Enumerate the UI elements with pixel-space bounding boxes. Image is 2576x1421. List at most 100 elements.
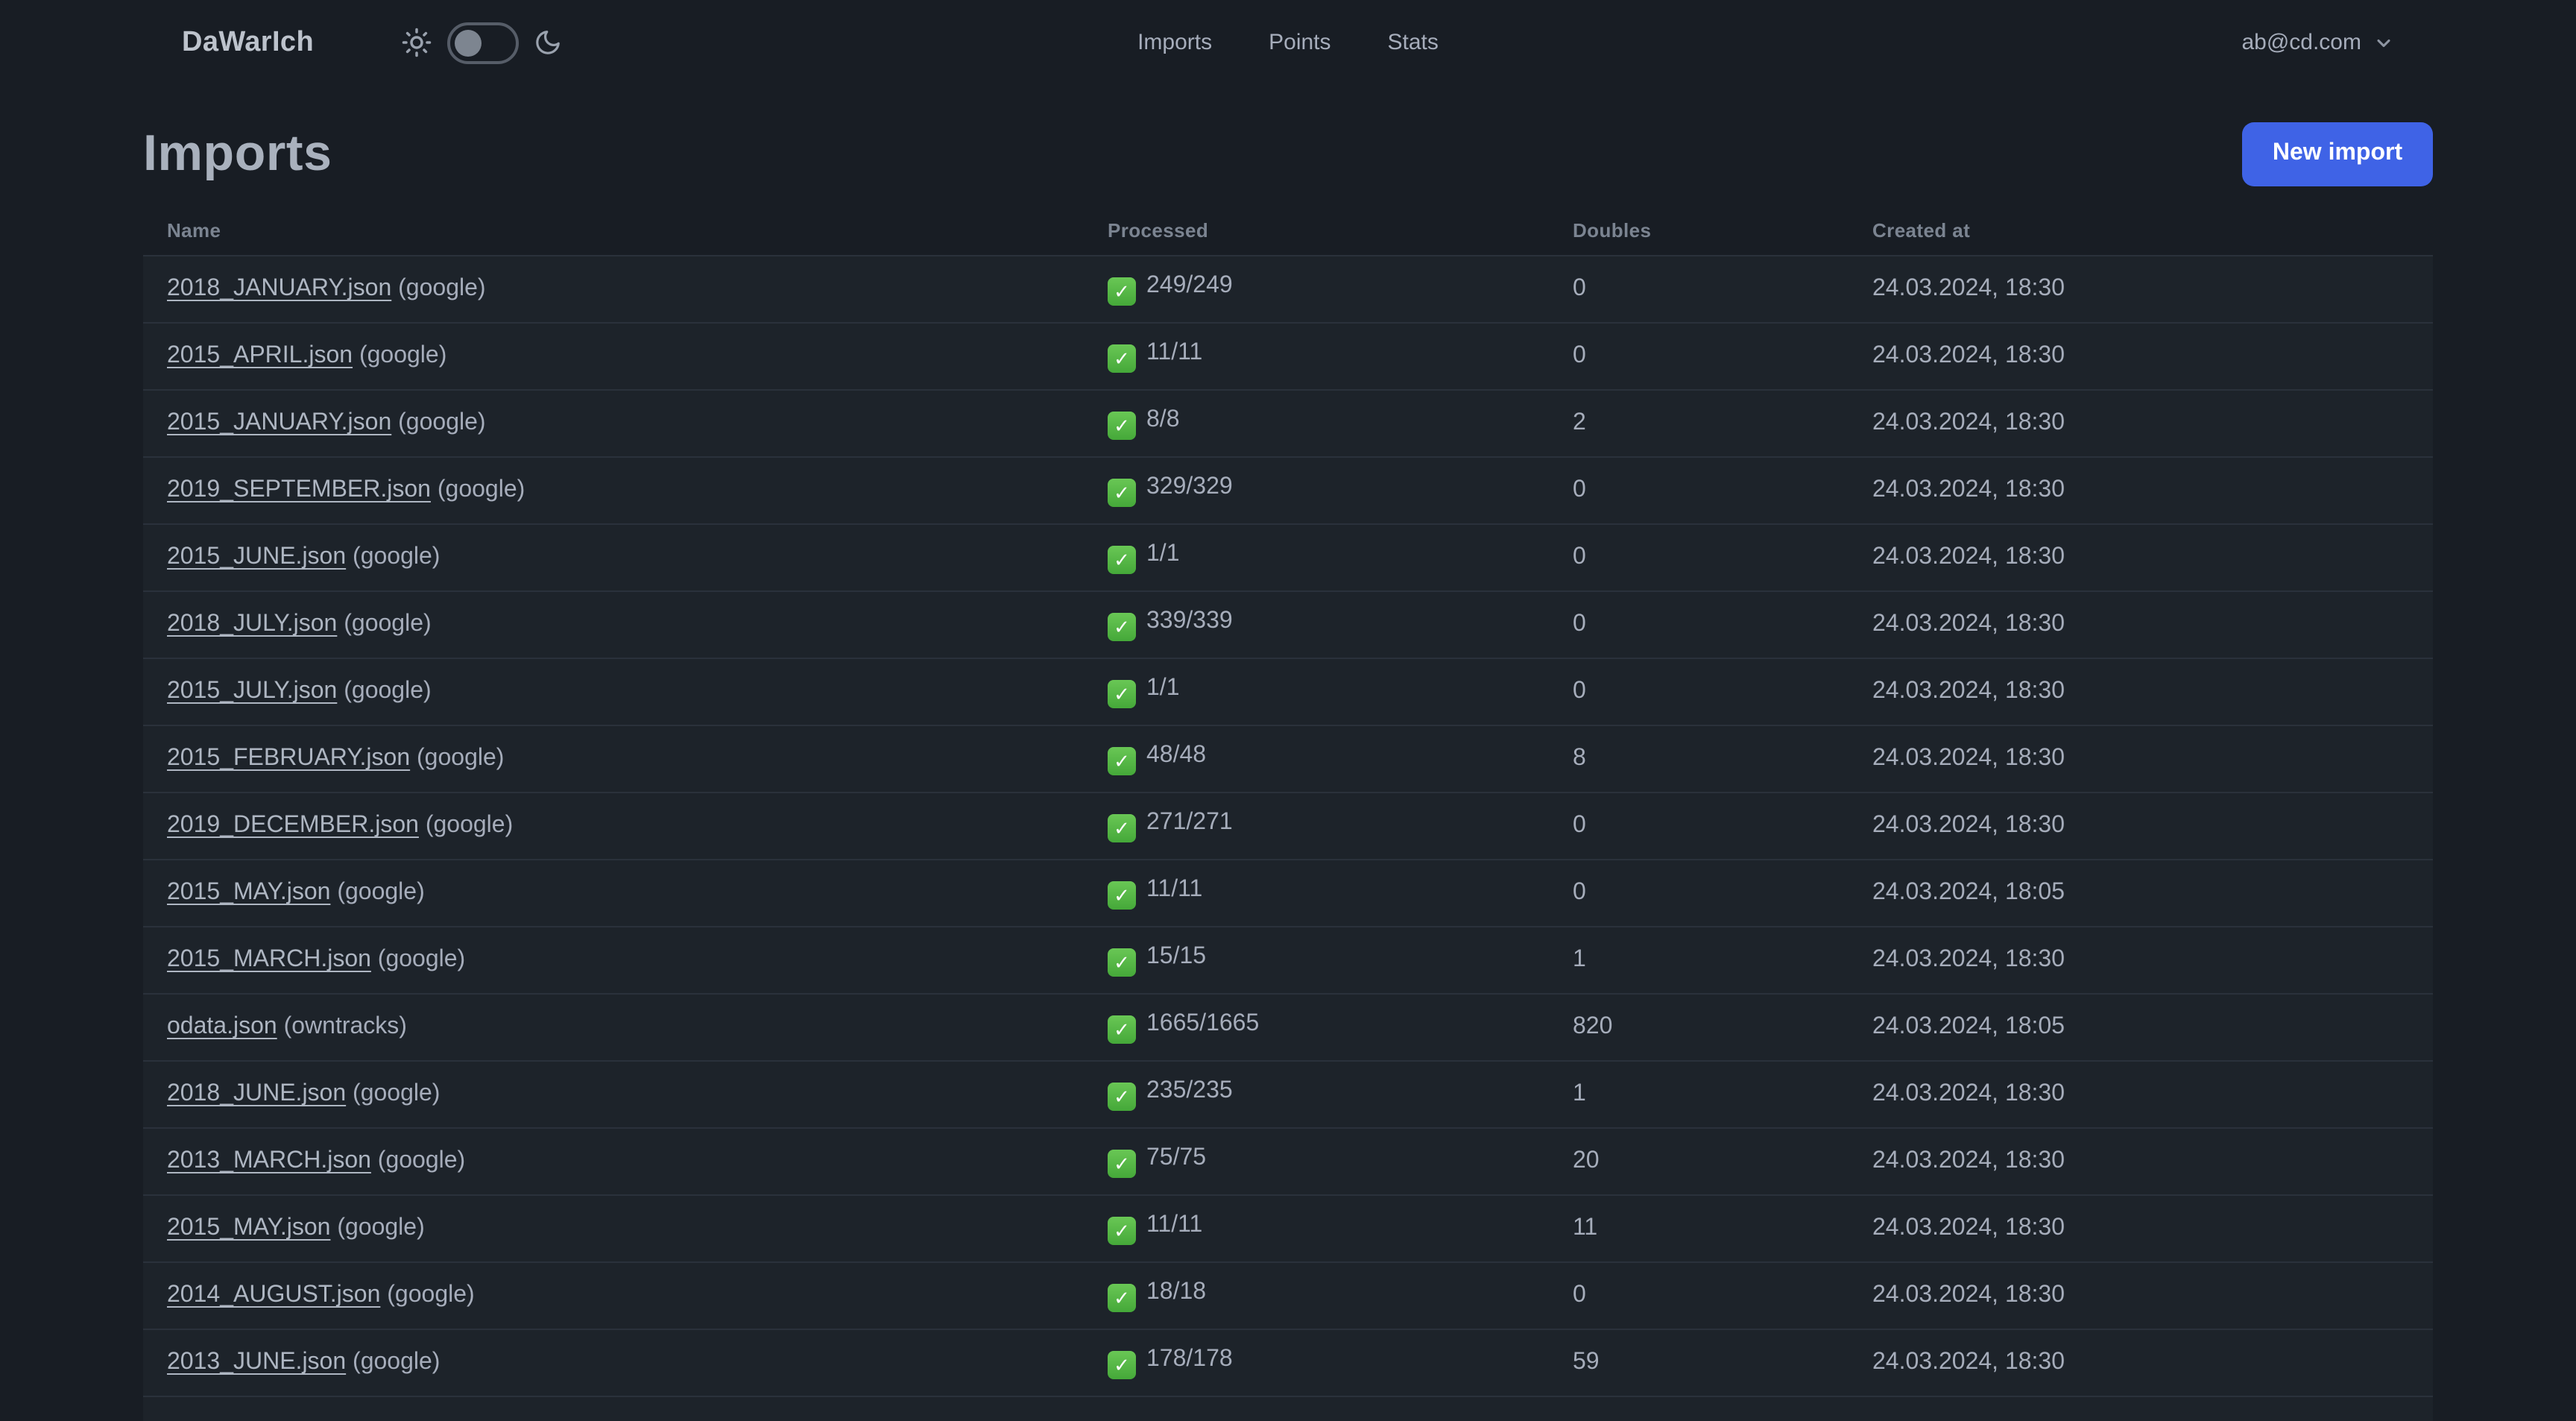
import-source-label: (google) bbox=[430, 477, 525, 502]
processed-cell: ✓ 235/235 bbox=[1108, 1078, 1573, 1112]
processed-value: 11/11 bbox=[1146, 339, 1203, 365]
doubles-cell: 0 bbox=[1573, 343, 1586, 368]
name-cell: 2015_FEBRUARY.json (google) bbox=[143, 746, 1108, 772]
table-row: odata.json (owntracks) ✓ 1665/1665 820 24.03… bbox=[143, 993, 2433, 1060]
import-source-label: (google) bbox=[337, 611, 432, 637]
doubles-cell: 0 bbox=[1573, 477, 1586, 502]
nav-link-stats[interactable]: Stats bbox=[1388, 30, 1439, 55]
import-file-link[interactable]: 2018_JULY.json bbox=[167, 611, 337, 637]
check-mark-icon: ✓ bbox=[1108, 747, 1136, 776]
check-mark-icon: ✓ bbox=[1108, 881, 1136, 910]
theme-toggle-knob bbox=[454, 29, 482, 56]
processed-value: 178/178 bbox=[1146, 1346, 1233, 1372]
import-file-link[interactable]: 2015_FEBRUARY.json bbox=[167, 746, 410, 771]
main-content: Imports New import Name Processed Double… bbox=[0, 85, 2576, 1421]
sun-icon bbox=[400, 27, 432, 58]
nav-links: Imports Points Stats bbox=[1137, 0, 1439, 85]
name-cell: 2018_JULY.json (google) bbox=[143, 611, 1108, 638]
import-source-label: (google) bbox=[370, 1148, 466, 1173]
new-import-button[interactable]: New import bbox=[2242, 122, 2433, 186]
import-source-label: (google) bbox=[353, 343, 447, 368]
check-mark-icon: ✓ bbox=[1108, 1150, 1136, 1179]
table-row: 2015_JUNE.json (google) ✓ 1/1 0 24.03.2024, … bbox=[143, 523, 2433, 590]
nav-link-points[interactable]: Points bbox=[1269, 30, 1330, 55]
processed-cell: ✓ 329/329 bbox=[1108, 474, 1573, 508]
check-mark-icon: ✓ bbox=[1108, 412, 1136, 441]
name-cell: 2018_JANUARY.json (google) bbox=[143, 276, 1108, 303]
import-file-link[interactable]: 2015_MAY.json bbox=[167, 880, 330, 905]
processed-value: 339/339 bbox=[1146, 608, 1233, 634]
table-row: 2014_AUGUST.json (google) ✓ 18/18 0 24.03.20… bbox=[143, 1261, 2433, 1329]
import-file-link[interactable]: 2018_JUNE.json bbox=[167, 1081, 346, 1106]
created-at-cell: 24.03.2024, 18:30 bbox=[1872, 1081, 2065, 1106]
created-at-cell: 24.03.2024, 18:05 bbox=[1872, 1014, 2065, 1039]
import-file-link[interactable]: 2018_JANUARY.json bbox=[167, 276, 391, 301]
chevron-down-icon bbox=[2373, 32, 2394, 53]
table-row: 2015_JULY.json (google) ✓ 1/1 0 24.03.2024, … bbox=[143, 658, 2433, 725]
processed-cell: ✓ 1/1 bbox=[1108, 541, 1573, 575]
name-cell: 2018_JUNE.json (google) bbox=[143, 1081, 1108, 1108]
check-mark-icon: ✓ bbox=[1108, 948, 1136, 977]
import-file-link[interactable]: 2013_JUNE.json bbox=[167, 1349, 346, 1375]
created-at-cell: 24.03.2024, 18:30 bbox=[1872, 276, 2065, 301]
processed-value: 15/15 bbox=[1146, 943, 1207, 969]
table-row: 2018_JANUARY.json (google) ✓ 249/249 0 24.03… bbox=[143, 255, 2433, 322]
column-header-name: Name bbox=[167, 218, 221, 241]
name-cell: 2015_JANUARY.json (google) bbox=[143, 410, 1108, 437]
doubles-cell: 0 bbox=[1573, 544, 1586, 570]
user-menu[interactable]: ab@cd.com bbox=[2241, 30, 2394, 55]
doubles-cell: 1 bbox=[1573, 947, 1586, 972]
name-cell: 2013_JUNE.json (google) bbox=[143, 1349, 1108, 1376]
processed-cell: ✓ 11/11 bbox=[1108, 1212, 1573, 1246]
import-file-link[interactable]: 2019_DECEMBER.json bbox=[167, 813, 419, 838]
processed-cell: ✓ 15/15 bbox=[1108, 944, 1573, 977]
doubles-cell: 0 bbox=[1573, 611, 1586, 637]
theme-toggle[interactable] bbox=[446, 22, 519, 63]
created-at-cell: 24.03.2024, 18:30 bbox=[1872, 1282, 2065, 1308]
import-source-label: (google) bbox=[330, 1215, 425, 1241]
name-cell: 2015_MAY.json (google) bbox=[143, 880, 1108, 907]
brand-logo[interactable]: DaWarIch bbox=[182, 26, 314, 59]
doubles-cell: 0 bbox=[1573, 678, 1586, 704]
processed-value: 48/48 bbox=[1146, 742, 1207, 768]
import-source-label: (google) bbox=[330, 880, 425, 905]
name-cell: 2019_SEPTEMBER.json (google) bbox=[143, 477, 1108, 504]
app-window: DaWarIch Imports Points Stats ab@cd.com … bbox=[0, 0, 2576, 1421]
name-cell: odata.json (owntracks) bbox=[143, 1014, 1108, 1041]
import-file-link[interactable]: 2014_AUGUST.json bbox=[167, 1282, 380, 1308]
processed-value: 11/11 bbox=[1146, 1212, 1203, 1238]
name-cell: 2015_JULY.json (google) bbox=[143, 678, 1108, 705]
processed-cell: ✓ 1/1 bbox=[1108, 675, 1573, 709]
name-cell: 2013_MARCH.json (google) bbox=[143, 1148, 1108, 1175]
nav-link-imports[interactable]: Imports bbox=[1137, 30, 1212, 55]
import-file-link[interactable]: 2015_JUNE.json bbox=[167, 544, 346, 570]
table-row: 2018_JUNE.json (google) ✓ 235/235 1 24.03.20… bbox=[143, 1060, 2433, 1127]
doubles-cell: 59 bbox=[1573, 1349, 1600, 1375]
processed-value: 1665/1665 bbox=[1146, 1010, 1260, 1036]
check-mark-icon: ✓ bbox=[1108, 1083, 1136, 1112]
import-file-link[interactable]: 2013_MARCH.json bbox=[167, 1148, 371, 1173]
check-mark-icon: ✓ bbox=[1108, 1217, 1136, 1246]
import-file-link[interactable]: 2015_MAY.json bbox=[167, 1215, 330, 1241]
created-at-cell: 24.03.2024, 18:30 bbox=[1872, 544, 2065, 570]
page-title: Imports bbox=[143, 125, 332, 182]
doubles-cell: 8 bbox=[1573, 746, 1586, 771]
import-file-link[interactable]: 2015_JANUARY.json bbox=[167, 410, 391, 435]
import-file-link[interactable]: 2015_APRIL.json bbox=[167, 343, 353, 368]
processed-cell: ✓ 178/178 bbox=[1108, 1346, 1573, 1380]
table-row: 2013_JUNE.json (google) ✓ 178/178 59 24.03.2… bbox=[143, 1329, 2433, 1396]
processed-value: 8/8 bbox=[1146, 406, 1180, 432]
import-source-label: (google) bbox=[391, 276, 486, 301]
import-file-link[interactable]: 2015_MARCH.json bbox=[167, 947, 371, 972]
created-at-cell: 24.03.2024, 18:30 bbox=[1872, 947, 2065, 972]
navbar: DaWarIch Imports Points Stats ab@cd.com bbox=[0, 0, 2576, 85]
import-file-link[interactable]: 2015_JULY.json bbox=[167, 678, 337, 704]
column-header-doubles: Doubles bbox=[1573, 218, 1652, 241]
import-file-link[interactable]: 2019_SEPTEMBER.json bbox=[167, 477, 431, 502]
table-row: 2015_FEBRUARY.json (google) ✓ 48/48 8 24.03.… bbox=[143, 725, 2433, 792]
doubles-cell: 0 bbox=[1573, 813, 1586, 838]
import-source-label: (google) bbox=[346, 1349, 441, 1375]
import-file-link[interactable]: odata.json bbox=[167, 1014, 277, 1039]
processed-cell: ✓ 249/249 bbox=[1108, 273, 1573, 306]
processed-cell: ✓ 48/48 bbox=[1108, 743, 1573, 776]
